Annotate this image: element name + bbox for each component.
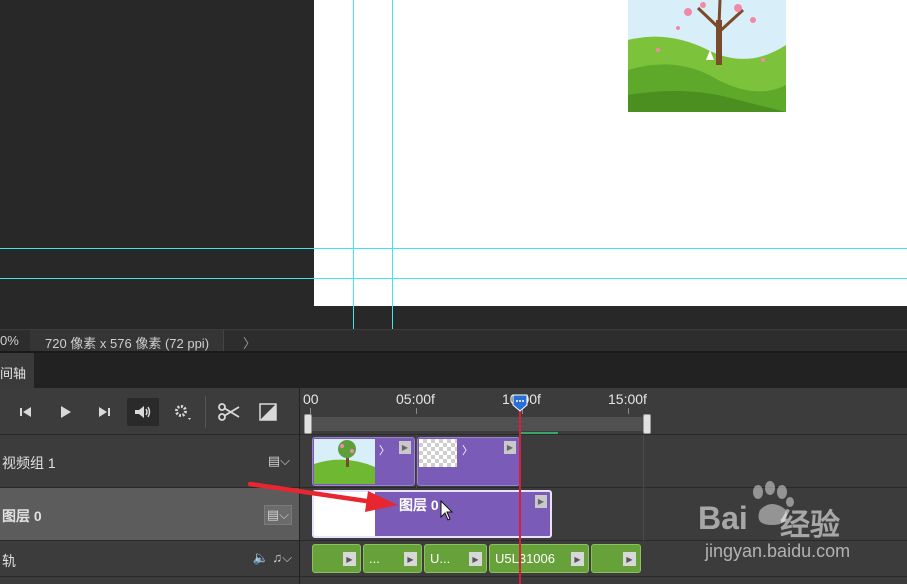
track-audio[interactable]: 轨 🔈 ♫⌵	[0, 541, 300, 577]
guide-line-horizontal[interactable]	[0, 248, 907, 249]
step-forward-icon[interactable]	[92, 398, 116, 426]
time-ruler[interactable]: 00 05:00f 10:00f 15:00f	[300, 388, 907, 414]
audio-clip[interactable]: U... ▶	[424, 544, 487, 573]
zoom-level[interactable]: 0%	[0, 333, 30, 348]
clip-arrow[interactable]: 〉	[379, 442, 390, 458]
audio-track-menu[interactable]: 🔈 ♫⌵	[253, 550, 292, 566]
clip-end-icon[interactable]: ▶	[469, 552, 482, 566]
control-separator	[205, 396, 206, 428]
guide-line-vertical[interactable]	[353, 0, 354, 329]
speaker-icon[interactable]	[127, 398, 159, 426]
watermark-brand: Bai	[698, 500, 748, 536]
audio-clip-label: ...	[369, 551, 380, 566]
playhead-marker-icon[interactable]	[511, 394, 529, 412]
tab-timeline[interactable]: 间轴	[0, 353, 34, 388]
clip-end-icon[interactable]: ▶	[399, 441, 411, 454]
track-film-menu[interactable]: ▤⌵	[266, 452, 292, 470]
work-area-start-handle[interactable]	[304, 414, 312, 434]
guide-line-vertical[interactable]	[392, 0, 393, 329]
work-area-range[interactable]	[307, 417, 647, 431]
grid-line	[643, 435, 644, 488]
panel-tab-bar: 间轴	[0, 351, 907, 388]
clip-end-icon[interactable]: ▶	[343, 552, 356, 566]
tick-label: 00	[303, 391, 319, 407]
status-bar: 0% 720 像素 x 576 像素 (72 ppi) 〉	[0, 329, 907, 351]
annotation-arrow-icon	[248, 481, 398, 512]
tick-label: 05:00f	[396, 391, 435, 407]
photoshop-window: 0% 720 像素 x 576 像素 (72 ppi) 〉 间轴 视频组 1 ▤…	[0, 0, 907, 584]
watermark-url: jingyan.baidu.com	[705, 541, 851, 561]
work-area-bar[interactable]	[300, 414, 907, 435]
grid-line	[643, 488, 644, 541]
clip-end-icon[interactable]: ▶	[623, 552, 636, 566]
audio-clip[interactable]: ... ▶	[363, 544, 422, 573]
clip-arrow[interactable]: 〉	[462, 442, 473, 458]
audio-clip[interactable]: ▶	[591, 544, 641, 573]
play-icon[interactable]	[54, 398, 78, 426]
clip-end-icon[interactable]: ▶	[535, 495, 547, 508]
audio-clip-label: U5L31006	[495, 551, 555, 566]
render-indicator	[520, 432, 558, 434]
tree-image	[628, 0, 786, 112]
clip-end-icon[interactable]: ▶	[571, 552, 584, 566]
work-area-end-handle[interactable]	[643, 414, 651, 434]
document-canvas[interactable]	[314, 0, 907, 306]
track-label: 视频组 1	[2, 455, 56, 471]
track-label: 图层 0	[2, 508, 42, 524]
mouse-cursor-icon	[440, 500, 454, 521]
watermark-suffix: 经验	[780, 509, 840, 542]
step-back-icon[interactable]	[14, 398, 38, 426]
clip-end-icon[interactable]: ▶	[504, 441, 516, 454]
scissors-icon[interactable]	[215, 398, 243, 426]
document-size: 720 像素 x 576 像素 (72 ppi)	[30, 330, 225, 351]
audio-clip[interactable]: U5L31006 ▶	[489, 544, 589, 573]
canvas-area[interactable]	[0, 0, 907, 329]
track-label: 轨	[2, 553, 16, 569]
audio-clip-label: U...	[430, 551, 451, 566]
playhead-line[interactable]	[519, 398, 521, 584]
playback-controls	[0, 388, 300, 435]
transparent-thumbnail	[419, 439, 457, 467]
status-more-arrow[interactable]: 〉	[243, 333, 256, 352]
tick-label: 15:00f	[608, 391, 647, 407]
transition-icon[interactable]	[254, 398, 282, 426]
gear-icon[interactable]	[168, 398, 196, 426]
video-clip[interactable]: 〉 ▶	[417, 437, 520, 486]
guide-line-horizontal[interactable]	[0, 278, 907, 279]
audio-clip[interactable]: ▶	[312, 544, 361, 573]
clip-end-icon[interactable]: ▶	[404, 552, 417, 566]
